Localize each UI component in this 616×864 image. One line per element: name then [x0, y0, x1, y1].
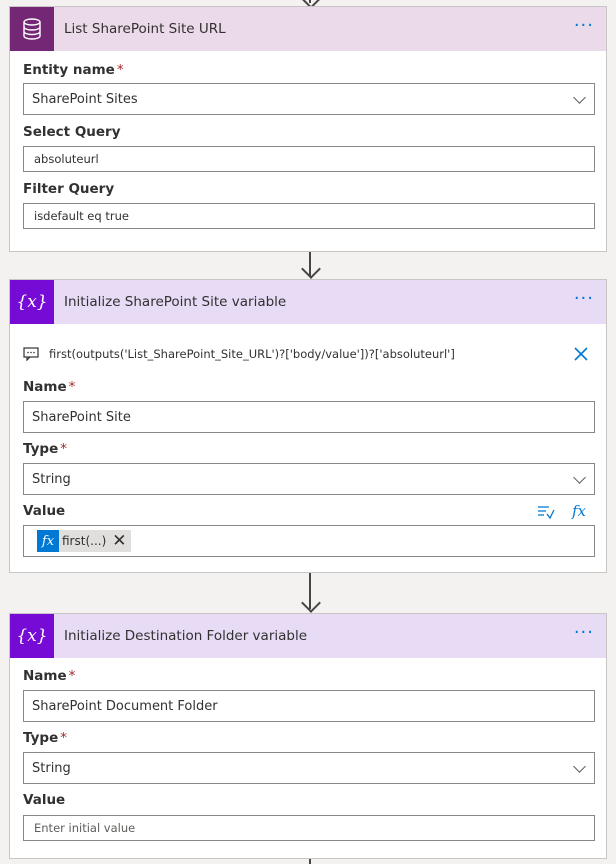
fx-icon: fx: [37, 530, 59, 552]
value-label: Value: [23, 503, 66, 519]
name-input[interactable]: SharePoint Site: [23, 401, 595, 433]
filter-query-label: Filter Query: [23, 181, 115, 197]
type-label: Type *: [23, 730, 67, 746]
variable-icon: {x}: [10, 614, 54, 658]
entity-name-label: Entity name *: [23, 62, 124, 78]
comment-icon: [23, 347, 39, 361]
value-placeholder: Enter initial value: [34, 821, 136, 835]
more-options-icon[interactable]: ···: [574, 290, 594, 308]
close-icon[interactable]: [573, 346, 589, 362]
type-value: String: [32, 760, 71, 776]
card-list-sharepoint-site-url: List SharePoint Site URL ··· Entity name…: [9, 6, 607, 252]
type-dropdown[interactable]: String: [23, 752, 595, 784]
card-title: List SharePoint Site URL: [64, 21, 226, 37]
card-initialize-destination-folder-variable: {x} Initialize Destination Folder variab…: [9, 613, 607, 859]
variable-icon: {x}: [10, 280, 54, 324]
select-query-value: absoluteurl: [34, 152, 99, 166]
required-mark: *: [60, 441, 67, 457]
connector-2-arrow: [301, 593, 321, 613]
dynamic-content-icon[interactable]: [537, 504, 555, 520]
card-title: Initialize Destination Folder variable: [64, 628, 308, 644]
more-options-icon[interactable]: ···: [574, 17, 594, 35]
value-input[interactable]: Enter initial value: [23, 815, 595, 841]
type-dropdown[interactable]: String: [23, 463, 595, 495]
filter-query-input[interactable]: isdefault eq true: [23, 203, 595, 229]
expression-text: first(outputs('List_SharePoint_Site_URL'…: [49, 347, 455, 361]
select-query-label: Select Query: [23, 124, 121, 140]
more-options-icon[interactable]: ···: [574, 624, 594, 642]
expression-tooltip: first(outputs('List_SharePoint_Site_URL'…: [23, 346, 593, 362]
remove-token-icon[interactable]: ✕: [112, 533, 126, 550]
name-value: SharePoint Document Folder: [32, 698, 218, 714]
name-label: Name *: [23, 668, 76, 684]
value-input[interactable]: fx first(...) ✕: [23, 525, 595, 557]
name-value: SharePoint Site: [32, 409, 131, 425]
filter-query-value: isdefault eq true: [34, 209, 129, 223]
required-mark: *: [116, 62, 124, 78]
chevron-down-icon[interactable]: [573, 760, 586, 773]
select-query-input[interactable]: absoluteurl: [23, 146, 595, 172]
name-input[interactable]: SharePoint Document Folder: [23, 690, 595, 722]
required-mark: *: [68, 668, 76, 684]
entity-name-value: SharePoint Sites: [32, 91, 138, 107]
card-header[interactable]: {x} Initialize SharePoint Site variable …: [10, 280, 606, 324]
card-initialize-sharepoint-site-variable: {x} Initialize SharePoint Site variable …: [9, 279, 607, 573]
entity-name-dropdown[interactable]: SharePoint Sites: [23, 83, 595, 115]
bottom-connector: [309, 859, 311, 864]
connector-1-arrow: [301, 259, 321, 279]
token-label: first(...): [62, 534, 107, 548]
type-label: Type *: [23, 441, 67, 457]
card-title: Initialize SharePoint Site variable: [64, 294, 287, 310]
chevron-down-icon[interactable]: [573, 471, 586, 484]
value-label: Value: [23, 792, 66, 808]
expression-token[interactable]: fx first(...) ✕: [37, 530, 131, 552]
card-header[interactable]: {x} Initialize Destination Folder variab…: [10, 614, 606, 658]
type-value: String: [32, 471, 71, 487]
chevron-down-icon[interactable]: [573, 91, 586, 104]
expression-fx-icon[interactable]: fx: [572, 502, 586, 520]
database-icon: [10, 7, 54, 51]
required-mark: *: [60, 730, 67, 746]
name-label: Name *: [23, 379, 76, 395]
card-header[interactable]: List SharePoint Site URL ···: [10, 7, 606, 51]
required-mark: *: [68, 379, 76, 395]
